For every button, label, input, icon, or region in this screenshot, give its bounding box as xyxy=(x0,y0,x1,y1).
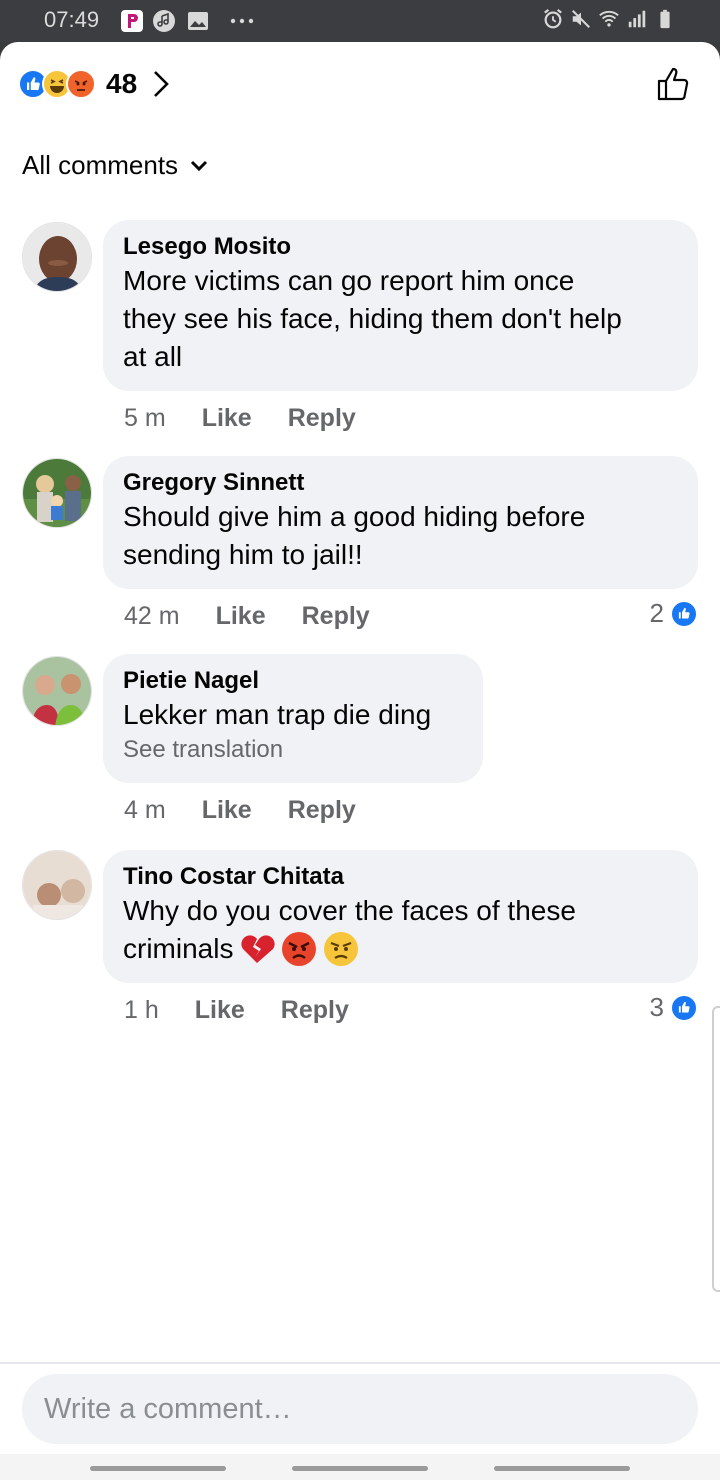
comment-like-count[interactable]: 3 xyxy=(650,992,698,1023)
like-count: 3 xyxy=(649,992,664,1022)
comment-filter-dropdown[interactable]: All comments xyxy=(22,150,208,181)
like-badge-icon xyxy=(670,993,698,1022)
status-time: 07:49 xyxy=(44,7,100,32)
comment-actions: 42 m Like Reply xyxy=(124,602,370,631)
comment-author[interactable]: Tino Costar Chitata xyxy=(123,862,678,892)
reaction-count: 48 xyxy=(106,68,138,99)
avatar[interactable] xyxy=(22,656,92,726)
music-icon xyxy=(153,10,175,32)
angry-reaction-icon xyxy=(66,69,96,99)
reply-button[interactable]: Reply xyxy=(288,404,356,433)
reply-button[interactable]: Reply xyxy=(288,796,356,825)
broken-heart-emoji-icon xyxy=(241,935,276,963)
comment-actions: 5 m Like Reply xyxy=(124,404,356,433)
signal-icon xyxy=(628,10,646,28)
filter-label: All comments xyxy=(22,150,179,180)
comment-author[interactable]: Gregory Sinnett xyxy=(123,468,678,498)
comment-bubble: Lesego Mosito More victims can go report… xyxy=(103,220,698,391)
more-notifications-icon xyxy=(230,18,254,24)
comment-bubble: Tino Costar Chitata Why do you cover the… xyxy=(103,850,698,983)
chevron-down-icon xyxy=(190,160,208,171)
reply-button[interactable]: Reply xyxy=(302,602,370,631)
gesture-nav-bar xyxy=(0,1454,720,1480)
comment-actions: 4 m Like Reply xyxy=(124,796,356,825)
comment-actions: 1 h Like Reply xyxy=(124,996,349,1025)
reactions-summary[interactable]: 48 xyxy=(18,66,171,102)
nav-hint-center[interactable] xyxy=(292,1466,428,1471)
wifi-icon xyxy=(599,10,619,27)
see-translation-link[interactable]: See translation xyxy=(123,734,463,766)
comment-text-line: Why do you cover the faces of these xyxy=(123,895,576,926)
nav-hint-right[interactable] xyxy=(494,1466,630,1471)
comment-text-line: at all xyxy=(123,341,183,372)
comment-text-line: More victims can go report him once xyxy=(123,265,575,296)
like-comment-button[interactable]: Like xyxy=(202,404,252,433)
comment-text-line: Lekker man trap die ding xyxy=(123,699,432,730)
comment-time: 1 h xyxy=(124,996,159,1024)
comment-text-line: sending him to jail!! xyxy=(123,539,363,570)
comment-time: 42 m xyxy=(124,602,180,630)
like-badge-icon xyxy=(670,599,698,628)
comments-sheet: 48 All comments Lesego Mosito More victi… xyxy=(0,42,720,1480)
like-count: 2 xyxy=(649,598,664,628)
like-post-icon[interactable] xyxy=(654,64,694,104)
app-p-icon xyxy=(121,10,143,32)
mute-icon xyxy=(572,10,590,28)
gallery-icon xyxy=(188,12,208,30)
scrollbar[interactable] xyxy=(712,1006,720,1292)
comment-text-line: they see his face, hiding them don't hel… xyxy=(123,303,622,334)
comment-text: criminals xyxy=(123,933,234,964)
nav-hint-left[interactable] xyxy=(90,1466,226,1471)
like-comment-button[interactable]: Like xyxy=(202,796,252,825)
composer-divider xyxy=(0,1362,720,1364)
comment-time: 4 m xyxy=(124,796,166,824)
avatar[interactable] xyxy=(22,850,92,920)
reply-button[interactable]: Reply xyxy=(281,996,349,1025)
comment-input-placeholder: Write a comment… xyxy=(44,1392,292,1425)
comment-author[interactable]: Pietie Nagel xyxy=(123,666,463,696)
like-comment-button[interactable]: Like xyxy=(216,602,266,631)
battery-icon xyxy=(660,9,670,29)
angry-face-emoji-icon xyxy=(282,932,317,966)
chevron-right-icon xyxy=(154,71,169,97)
like-comment-button[interactable]: Like xyxy=(195,996,245,1025)
avatar[interactable] xyxy=(22,458,92,528)
comment-bubble: Pietie Nagel Lekker man trap die ding Se… xyxy=(103,654,483,783)
unamused-face-emoji-icon xyxy=(324,932,359,966)
comment-text-line-with-emoji: criminals xyxy=(123,930,678,968)
avatar[interactable] xyxy=(22,222,92,292)
comment-input[interactable]: Write a comment… xyxy=(22,1374,698,1444)
comment-bubble: Gregory Sinnett Should give him a good h… xyxy=(103,456,698,589)
comment-author[interactable]: Lesego Mosito xyxy=(123,232,678,262)
status-bar: 07:49 xyxy=(0,0,720,42)
comment-text-line: Should give him a good hiding before xyxy=(123,501,586,532)
alarm-icon xyxy=(544,8,562,29)
comment-like-count[interactable]: 2 xyxy=(650,598,698,629)
comment-time: 5 m xyxy=(124,404,166,432)
